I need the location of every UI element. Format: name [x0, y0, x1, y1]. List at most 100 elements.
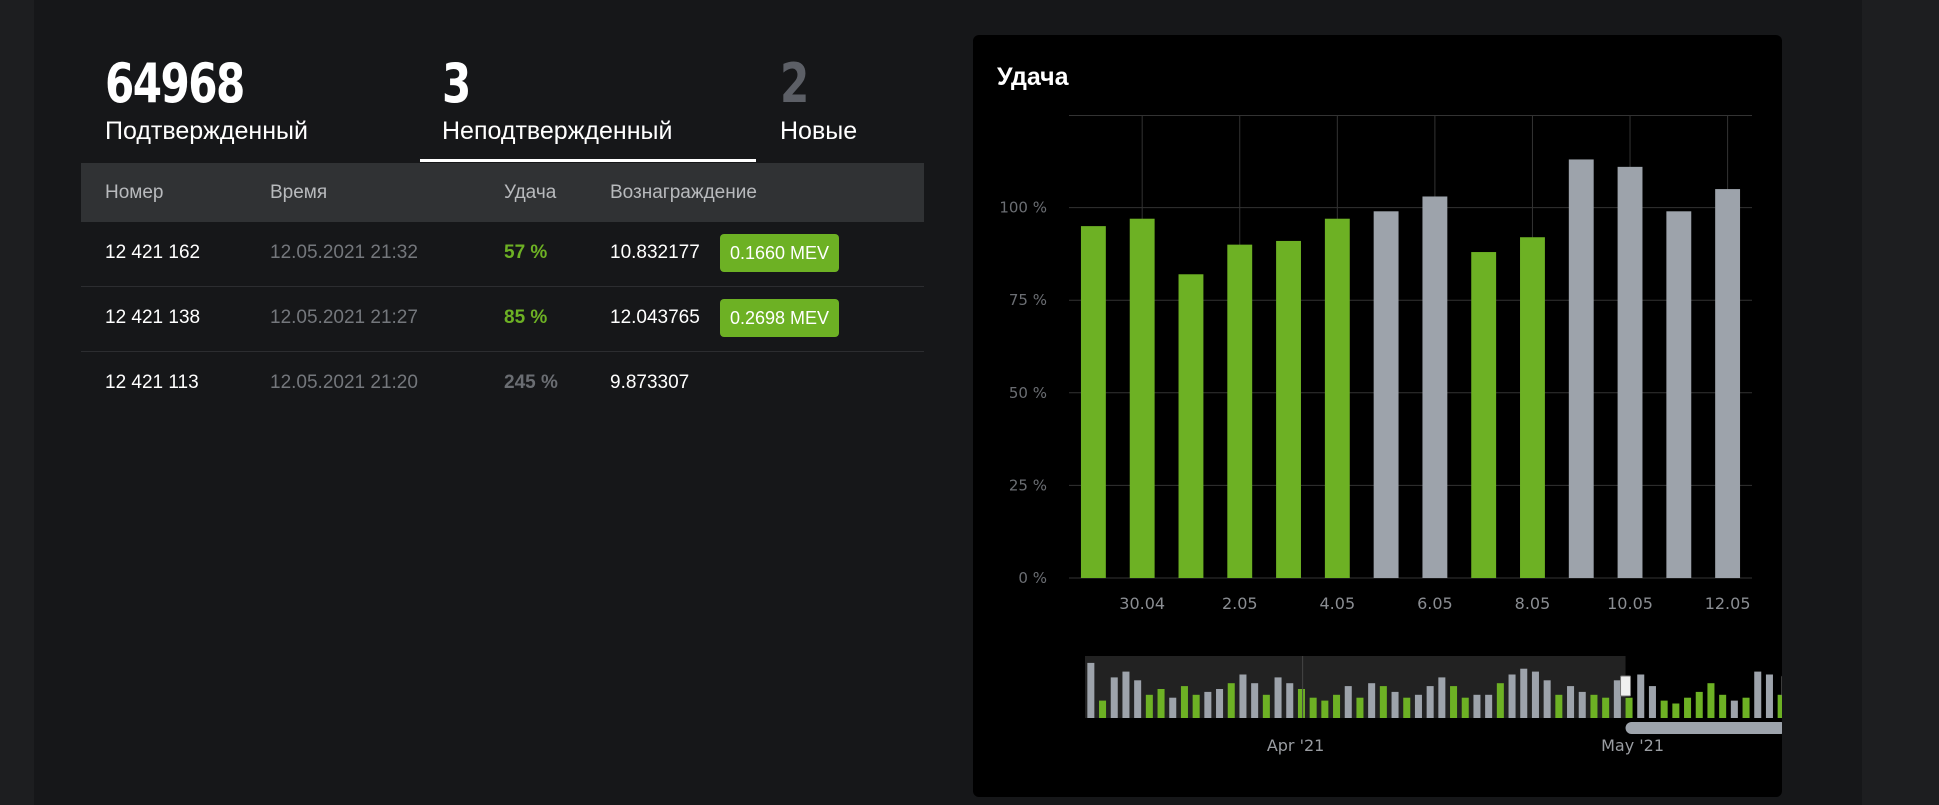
stat-unconfirmed-value: 3: [442, 52, 471, 115]
navigator-bar: [1777, 694, 1782, 718]
navigator-scrollbar[interactable]: [1625, 722, 1782, 734]
navigator-bar: [1531, 671, 1539, 718]
stat-confirmed-value: 64968: [105, 52, 245, 115]
x-tick-label: 2.05: [1222, 594, 1258, 613]
chart-bar: [1178, 274, 1204, 578]
y-tick-label: 100 %: [999, 199, 1047, 217]
x-tick-label: 4.05: [1320, 594, 1356, 613]
navigator-bar: [1602, 697, 1610, 718]
luck-chart-panel: Удача 0 % 25 % 50 % 75 % 100 % 30.04 2.05 4.05 6…: [973, 35, 1782, 797]
navigator-handle-left[interactable]: [1620, 675, 1632, 697]
navigator-label: May '21: [1601, 736, 1664, 755]
navigator-bar: [1192, 694, 1200, 718]
navigator-bar: [1496, 683, 1504, 718]
mev-badge: 0.1660 MEV: [720, 234, 840, 272]
block-number[interactable]: 12 421 138: [105, 307, 200, 329]
table-row[interactable]: 12 421 162 12.05.2021 21:32 57 % 10.8321…: [81, 222, 924, 287]
chart-bar: [1715, 189, 1741, 578]
navigator-bar: [1297, 689, 1305, 718]
block-reward: 9.873307: [610, 372, 690, 393]
navigator-bar: [1578, 691, 1586, 718]
navigator-bar: [1543, 680, 1551, 718]
right-margin: [1862, 0, 1939, 805]
navigator-bar: [1520, 668, 1528, 718]
y-tick-label: 0 %: [1018, 569, 1047, 587]
navigator-bar: [1379, 686, 1387, 718]
navigator-bar: [1765, 674, 1773, 718]
navigator-bar: [1227, 683, 1235, 718]
navigator-bar: [1707, 683, 1715, 718]
navigator-bar: [1239, 674, 1247, 718]
navigator-bar: [1391, 691, 1399, 718]
block-number[interactable]: 12 421 162: [105, 242, 200, 264]
navigator-bar: [1567, 686, 1575, 718]
chart-bar: [1422, 196, 1448, 578]
chart-bar: [1373, 211, 1399, 578]
chart-bar: [1666, 211, 1692, 578]
column-header-reward: Вознаграждение: [610, 182, 757, 203]
navigator-bar: [1625, 697, 1633, 718]
chart-bar: [1080, 226, 1106, 578]
y-tick-label: 25 %: [1009, 476, 1047, 494]
block-reward: 10.832177: [610, 242, 700, 263]
block-time: 12.05.2021 21:27: [270, 307, 418, 328]
column-header-luck: Удача: [504, 182, 557, 203]
navigator-bar: [1461, 697, 1469, 718]
x-tick-label: 30.04: [1119, 594, 1165, 613]
table-row[interactable]: 12 421 138 12.05.2021 21:27 85 % 12.0437…: [81, 287, 924, 352]
navigator-bar: [1145, 694, 1153, 718]
navigator-bar: [1169, 697, 1177, 718]
navigator-bar: [1613, 680, 1621, 718]
navigator-bar: [1216, 689, 1224, 718]
navigator-bar: [1438, 677, 1446, 718]
navigator-bar: [1730, 700, 1738, 718]
column-header-time: Время: [270, 182, 328, 203]
navigator-bar: [1473, 694, 1481, 718]
navigator-bar: [1754, 671, 1762, 718]
navigator-bar: [1157, 689, 1165, 718]
luck-chart[interactable]: 0 % 25 % 50 % 75 % 100 % 30.04 2.05 4.05 6.05 8.0…: [973, 35, 1782, 797]
x-tick-label: 6.05: [1417, 594, 1453, 613]
chart-bar: [1227, 244, 1253, 578]
chart-bar: [1617, 166, 1643, 578]
mev-badge: 0.2698 MEV: [720, 299, 840, 337]
block-luck: 57 %: [504, 242, 548, 263]
y-tick-label: 50 %: [1009, 384, 1047, 402]
x-tick-label: 8.05: [1515, 594, 1551, 613]
navigator-bar: [1672, 703, 1680, 718]
navigator-bar: [1508, 674, 1516, 718]
block-number[interactable]: 12 421 113: [105, 372, 199, 394]
stat-unconfirmed[interactable]: 3 Неподтвержденный: [442, 52, 672, 146]
navigator-bar: [1648, 686, 1656, 718]
navigator-bar: [1368, 683, 1376, 718]
navigator-bar: [1321, 700, 1329, 718]
column-header-number: Номер: [105, 182, 164, 203]
navigator-bar: [1134, 680, 1142, 718]
navigator-bar: [1099, 700, 1107, 718]
x-tick-label: 12.05: [1705, 594, 1751, 613]
chart-bar: [1568, 159, 1594, 578]
block-luck: 245 %: [504, 372, 558, 393]
active-tab-underline: [420, 159, 756, 162]
navigator-label: Apr '21: [1267, 736, 1325, 755]
navigator-bar: [1087, 662, 1095, 718]
stat-new-value: 2: [780, 52, 809, 115]
block-reward: 12.043765: [610, 307, 700, 328]
stat-confirmed[interactable]: 64968 Подтвержденный: [105, 52, 308, 146]
navigator-bar: [1344, 686, 1352, 718]
navigator-bar: [1110, 677, 1118, 718]
chart-bar: [1520, 237, 1545, 578]
navigator-bar: [1555, 694, 1563, 718]
stat-new[interactable]: 2 Новые: [780, 52, 857, 146]
chart-bar: [1471, 252, 1497, 578]
navigator-bar: [1403, 697, 1411, 718]
table-row[interactable]: 12 421 113 12.05.2021 21:20 245 % 9.8733…: [81, 352, 924, 416]
blocks-table: Номер Время Удача Вознаграждение 12 421 …: [81, 163, 924, 416]
chart-bar: [1129, 218, 1155, 578]
chart-bar: [1324, 218, 1350, 578]
x-tick-label: 10.05: [1607, 594, 1653, 613]
navigator-bar: [1742, 697, 1750, 718]
navigator-bar: [1309, 697, 1317, 718]
stat-new-label: Новые: [780, 117, 858, 145]
navigator-bar: [1719, 694, 1727, 718]
